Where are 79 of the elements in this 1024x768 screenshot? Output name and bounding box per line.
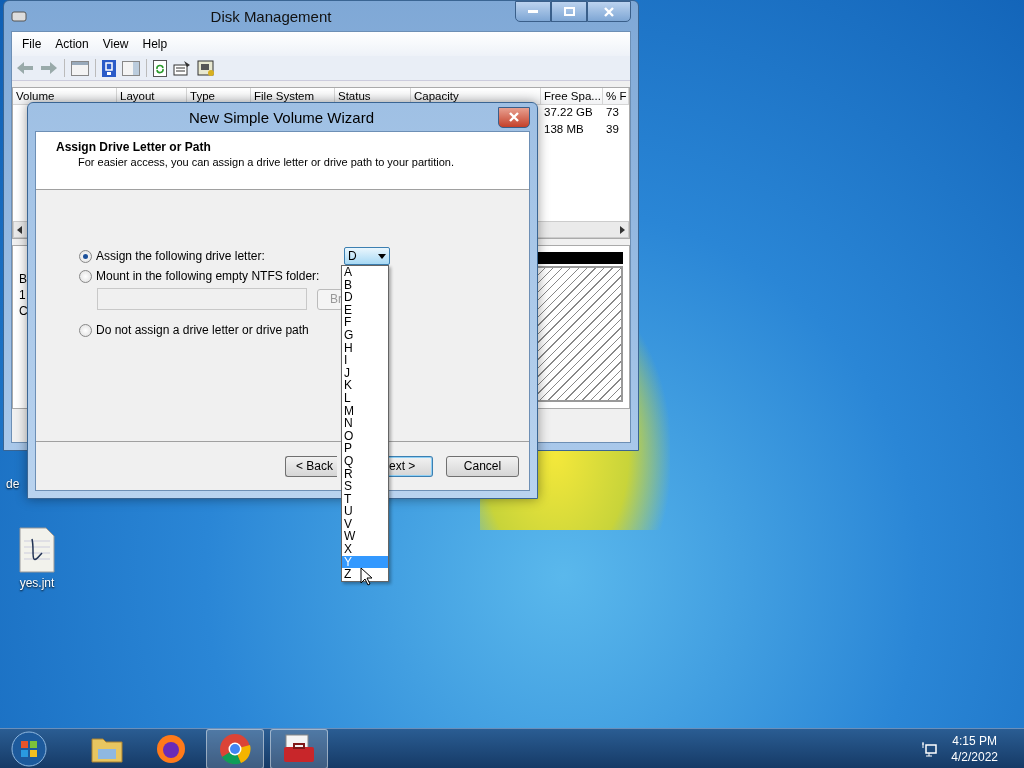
close-icon — [509, 112, 519, 122]
disk-info-text: B — [19, 272, 28, 286]
list-option[interactable]: D — [342, 291, 388, 304]
list-option[interactable]: V — [342, 517, 388, 531]
wizard-button[interactable]: < Back — [285, 455, 337, 477]
list-option[interactable]: Z — [342, 568, 388, 581]
start-button[interactable] — [10, 729, 48, 768]
fox-globe-icon — [156, 733, 186, 764]
list-option[interactable]: T — [342, 492, 388, 506]
caret-icon — [378, 253, 386, 259]
list-option[interactable]: N — [342, 417, 388, 430]
chrome-logo-icon — [219, 732, 251, 765]
maximize-icon — [563, 7, 575, 16]
table-cell-text: 73 — [605, 105, 620, 120]
radio-button[interactable] — [79, 249, 92, 263]
disk-app-icon — [11, 9, 27, 23]
list-option[interactable]: L — [342, 391, 388, 405]
list-option[interactable]: R — [342, 467, 388, 481]
page-heading: Assign Drive Letter or Path — [56, 140, 212, 154]
desktop-icon-label[interactable]: yes.jnt — [19, 576, 55, 590]
close-button[interactable] — [587, 1, 631, 22]
list-option[interactable]: M — [342, 404, 388, 418]
radio-button[interactable] — [79, 323, 92, 337]
disk-settings-icon[interactable] — [197, 59, 215, 77]
taskbar-button[interactable] — [206, 728, 264, 768]
minimize-icon — [528, 9, 538, 14]
maximize-button[interactable] — [551, 1, 587, 22]
page-subtitle: For easier access, you can assign a drive letter or drive path to your partition. — [77, 156, 455, 168]
scroll-left-icon[interactable] — [17, 225, 22, 234]
option-label[interactable]: Do not assign a drive letter or drive path — [96, 323, 340, 337]
list-option[interactable]: S — [342, 480, 388, 493]
list-option[interactable]: H — [342, 341, 388, 355]
close-button[interactable] — [498, 106, 530, 128]
list-option[interactable]: O — [342, 429, 388, 443]
list-option[interactable]: B — [342, 278, 388, 292]
scroll-right-icon[interactable] — [620, 225, 625, 234]
list-option[interactable]: J — [342, 366, 388, 380]
window-title: Disk Management — [209, 7, 333, 25]
action-pane-icon[interactable] — [122, 60, 140, 76]
minimize-button[interactable] — [515, 1, 551, 22]
properties-icon[interactable] — [173, 60, 191, 76]
table-cell-text: 39 — [605, 122, 620, 137]
menu-item[interactable]: Action — [49, 35, 95, 53]
list-option[interactable]: I — [342, 354, 388, 367]
disk-info-text: C — [19, 304, 28, 318]
network-icon[interactable] — [921, 740, 938, 757]
list-option[interactable]: X — [342, 543, 388, 556]
menu-item[interactable]: View — [96, 35, 135, 53]
list-option[interactable]: F — [342, 316, 388, 329]
clock[interactable]: 4:15 PM 4/2/2022 — [951, 732, 998, 765]
refresh-icon[interactable] — [153, 59, 167, 77]
list-option[interactable]: K — [342, 379, 388, 392]
column-header[interactable]: % F — [603, 88, 629, 105]
close-icon — [604, 6, 614, 17]
disk-info-text: 1 — [19, 288, 27, 302]
wizard-button[interactable]: ext > — [387, 455, 433, 477]
option-label[interactable]: Mount in the following empty NTFS folder: — [96, 269, 340, 283]
radio-button[interactable] — [79, 269, 92, 283]
dialog-title: New Simple Volume Wizard — [187, 108, 376, 126]
wizard-button[interactable]: Cancel — [446, 455, 519, 477]
table-cell-text: 37.22 GB — [543, 105, 594, 120]
list-option[interactable]: P — [342, 442, 388, 455]
document-icon[interactable] — [18, 527, 56, 573]
desktop-icon-label[interactable]: de — [6, 477, 20, 491]
menu-item[interactable]: Help — [136, 35, 174, 53]
toolbox-icon — [282, 733, 316, 764]
list-option[interactable]: A — [342, 266, 388, 279]
table-cell-text: 138 MB — [543, 122, 585, 137]
menu-item[interactable]: File — [16, 35, 48, 53]
option-label[interactable]: Assign the following drive letter: — [96, 249, 340, 263]
list-option[interactable]: G — [342, 328, 388, 342]
drive-letter-dropdown[interactable]: D — [344, 247, 390, 265]
list-option[interactable]: U — [342, 505, 388, 518]
list-option[interactable]: W — [342, 530, 388, 544]
list-option[interactable]: Q — [342, 454, 388, 468]
list-option[interactable]: E — [342, 303, 388, 317]
column-header[interactable]: Free Spa... — [541, 88, 603, 105]
taskbar-button[interactable] — [270, 728, 328, 768]
console-tree-icon[interactable] — [71, 60, 89, 76]
